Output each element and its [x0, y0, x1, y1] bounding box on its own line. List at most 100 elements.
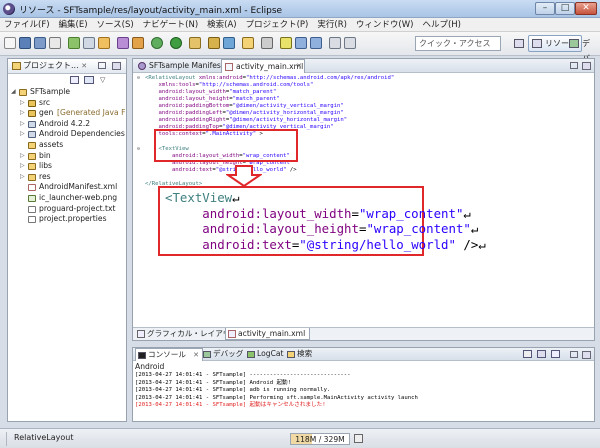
print-icon[interactable]	[49, 37, 61, 49]
editor-tab-activity-main[interactable]: activity_main.xml ✕	[221, 59, 305, 73]
code-token: android:paddingRight	[145, 117, 226, 124]
tree-item[interactable]: ▷ gen [Generated Java F	[8, 108, 126, 119]
tree-item[interactable]: ▷ bin	[8, 151, 126, 162]
close-tab-icon[interactable]: ✕	[193, 349, 199, 361]
maximize-editor-icon[interactable]	[582, 62, 591, 70]
close-tab-icon[interactable]: ✕	[81, 62, 87, 70]
external-tools-icon[interactable]	[189, 37, 201, 49]
search-view-icon	[287, 351, 295, 358]
tab-logcat-label: LogCat	[257, 349, 284, 358]
code-line: android:layout_width="match_parent"	[145, 89, 276, 96]
minimize-button[interactable]: –	[535, 2, 555, 15]
new-android-project-icon[interactable]	[117, 37, 129, 49]
menu-edit[interactable]: 編集(E)	[55, 18, 93, 31]
pin-console-icon[interactable]	[551, 350, 560, 358]
android-sdk-manager-icon[interactable]	[68, 37, 80, 49]
code-line: android:text="@string/hello_world" />↵	[165, 237, 486, 252]
clear-console-icon[interactable]	[523, 350, 532, 358]
minimize-console-icon[interactable]	[570, 351, 578, 358]
menu-file[interactable]: ファイル(F)	[0, 18, 55, 31]
lint-icon[interactable]	[98, 37, 110, 49]
search-icon[interactable]	[261, 37, 273, 49]
code-token: "@dimen/activity_horizontal_margin"	[229, 117, 348, 124]
tree-item[interactable]: project.properties	[8, 214, 126, 225]
project-explorer-tab[interactable]: プロジェクト... ✕	[9, 59, 87, 74]
expand-arrow-icon[interactable]: ▷	[20, 151, 26, 162]
tree-item-label: SFTsample	[30, 87, 71, 96]
next-annotation-icon[interactable]	[295, 37, 307, 49]
close-button[interactable]: ✕	[575, 2, 597, 15]
quick-access-input[interactable]: クイック・アクセス	[415, 36, 501, 51]
tab-console[interactable]: コンソール ✕	[135, 348, 203, 361]
new-class-icon[interactable]	[223, 37, 235, 49]
tab-xml-source-label: activity_main.xml	[238, 329, 306, 338]
menu-navigate[interactable]: ナビゲート(N)	[139, 18, 204, 31]
back-icon[interactable]	[329, 37, 341, 49]
editor-tab-manifest[interactable]: SFTsample Manifest	[135, 59, 224, 73]
fold-toggle-icon[interactable]: ⊖	[137, 146, 143, 152]
menu-search[interactable]: 検索(A)	[203, 18, 241, 31]
tree-item[interactable]: assets	[8, 140, 126, 151]
run-icon[interactable]	[170, 37, 182, 49]
maximize-console-icon[interactable]	[582, 351, 591, 359]
link-with-editor-icon[interactable]	[84, 76, 94, 84]
debug-icon[interactable]	[151, 37, 163, 49]
expand-arrow-icon[interactable]: ▷	[20, 129, 26, 140]
expand-arrow-icon[interactable]: ▷	[20, 119, 26, 130]
save-all-icon[interactable]	[34, 37, 46, 49]
maximize-view-icon[interactable]	[112, 62, 121, 70]
maximize-button[interactable]: □	[555, 2, 575, 15]
title-bar: リソース - SFTsample/res/layout/activity_mai…	[0, 0, 600, 18]
tab-xml-source[interactable]: activity_main.xml	[225, 328, 311, 340]
tree-item[interactable]: ▷ Android Dependencies	[8, 129, 126, 140]
menu-window[interactable]: ウィンドウ(W)	[352, 18, 419, 31]
menu-project[interactable]: プロジェクト(P)	[242, 18, 314, 31]
view-menu-icon[interactable]: ▽	[100, 76, 108, 84]
tab-search-label: 検索	[297, 349, 313, 358]
folder-icon	[28, 141, 36, 149]
android-avd-manager-icon[interactable]	[83, 37, 95, 49]
tree-item-label: src	[39, 97, 51, 107]
tab-logcat[interactable]: LogCat	[245, 348, 284, 361]
forward-icon[interactable]	[344, 37, 356, 49]
new-icon[interactable]	[4, 37, 16, 49]
minimize-editor-icon[interactable]	[570, 62, 578, 69]
tree-item-label: AndroidManifest.xml	[39, 182, 118, 192]
tab-graphical-layout[interactable]: グラフィカル・レイアウト	[135, 328, 238, 340]
tree-item[interactable]: ▷ libs	[8, 161, 126, 172]
tab-search[interactable]: 検索	[285, 348, 312, 361]
menu-run[interactable]: 実行(R)	[313, 18, 352, 31]
tab-debug[interactable]: デバッグ	[201, 348, 243, 361]
collapse-arrow-icon[interactable]: ◢	[11, 87, 17, 98]
tree-item[interactable]: proguard-project.txt	[8, 204, 126, 215]
tree-item[interactable]: ▷ res	[8, 172, 126, 183]
close-tab-icon[interactable]: ✕	[296, 60, 302, 73]
heap-status[interactable]: 118M / 329M	[290, 433, 350, 445]
menu-help[interactable]: ヘルプ(H)	[418, 18, 466, 31]
tree-item[interactable]: ▷ Android 4.2.2	[8, 119, 126, 130]
tree-item[interactable]: AndroidManifest.xml	[8, 182, 126, 193]
fold-toggle-icon[interactable]: ⊖	[137, 75, 143, 81]
eclipse-logo-icon	[3, 3, 15, 15]
tree-item[interactable]: ◢ SFTsample	[8, 87, 126, 98]
toggle-mark-occurrences-icon[interactable]	[280, 37, 292, 49]
collapse-all-icon[interactable]	[70, 76, 79, 84]
save-icon[interactable]	[19, 37, 31, 49]
tree-item[interactable]: ▷ src	[8, 98, 126, 109]
new-xml-icon[interactable]	[132, 37, 144, 49]
expand-arrow-icon[interactable]: ▷	[20, 108, 26, 119]
expand-arrow-icon[interactable]: ▷	[20, 161, 26, 172]
open-type-icon[interactable]	[242, 37, 254, 49]
expand-arrow-icon[interactable]: ▷	[20, 172, 26, 183]
tree-item[interactable]: ic_launcher-web.png	[8, 193, 126, 204]
new-package-icon[interactable]	[208, 37, 220, 49]
previous-annotation-icon[interactable]	[310, 37, 322, 49]
perspective-debug[interactable]: デバッグ	[565, 35, 600, 93]
minimize-view-icon[interactable]	[98, 62, 106, 69]
menu-source[interactable]: ソース(S)	[93, 18, 139, 31]
properties-file-icon	[28, 216, 36, 224]
open-perspective-button[interactable]	[510, 35, 524, 52]
garbage-collect-icon[interactable]	[354, 434, 363, 443]
expand-arrow-icon[interactable]: ▷	[20, 98, 26, 109]
scroll-lock-icon[interactable]	[537, 350, 546, 358]
